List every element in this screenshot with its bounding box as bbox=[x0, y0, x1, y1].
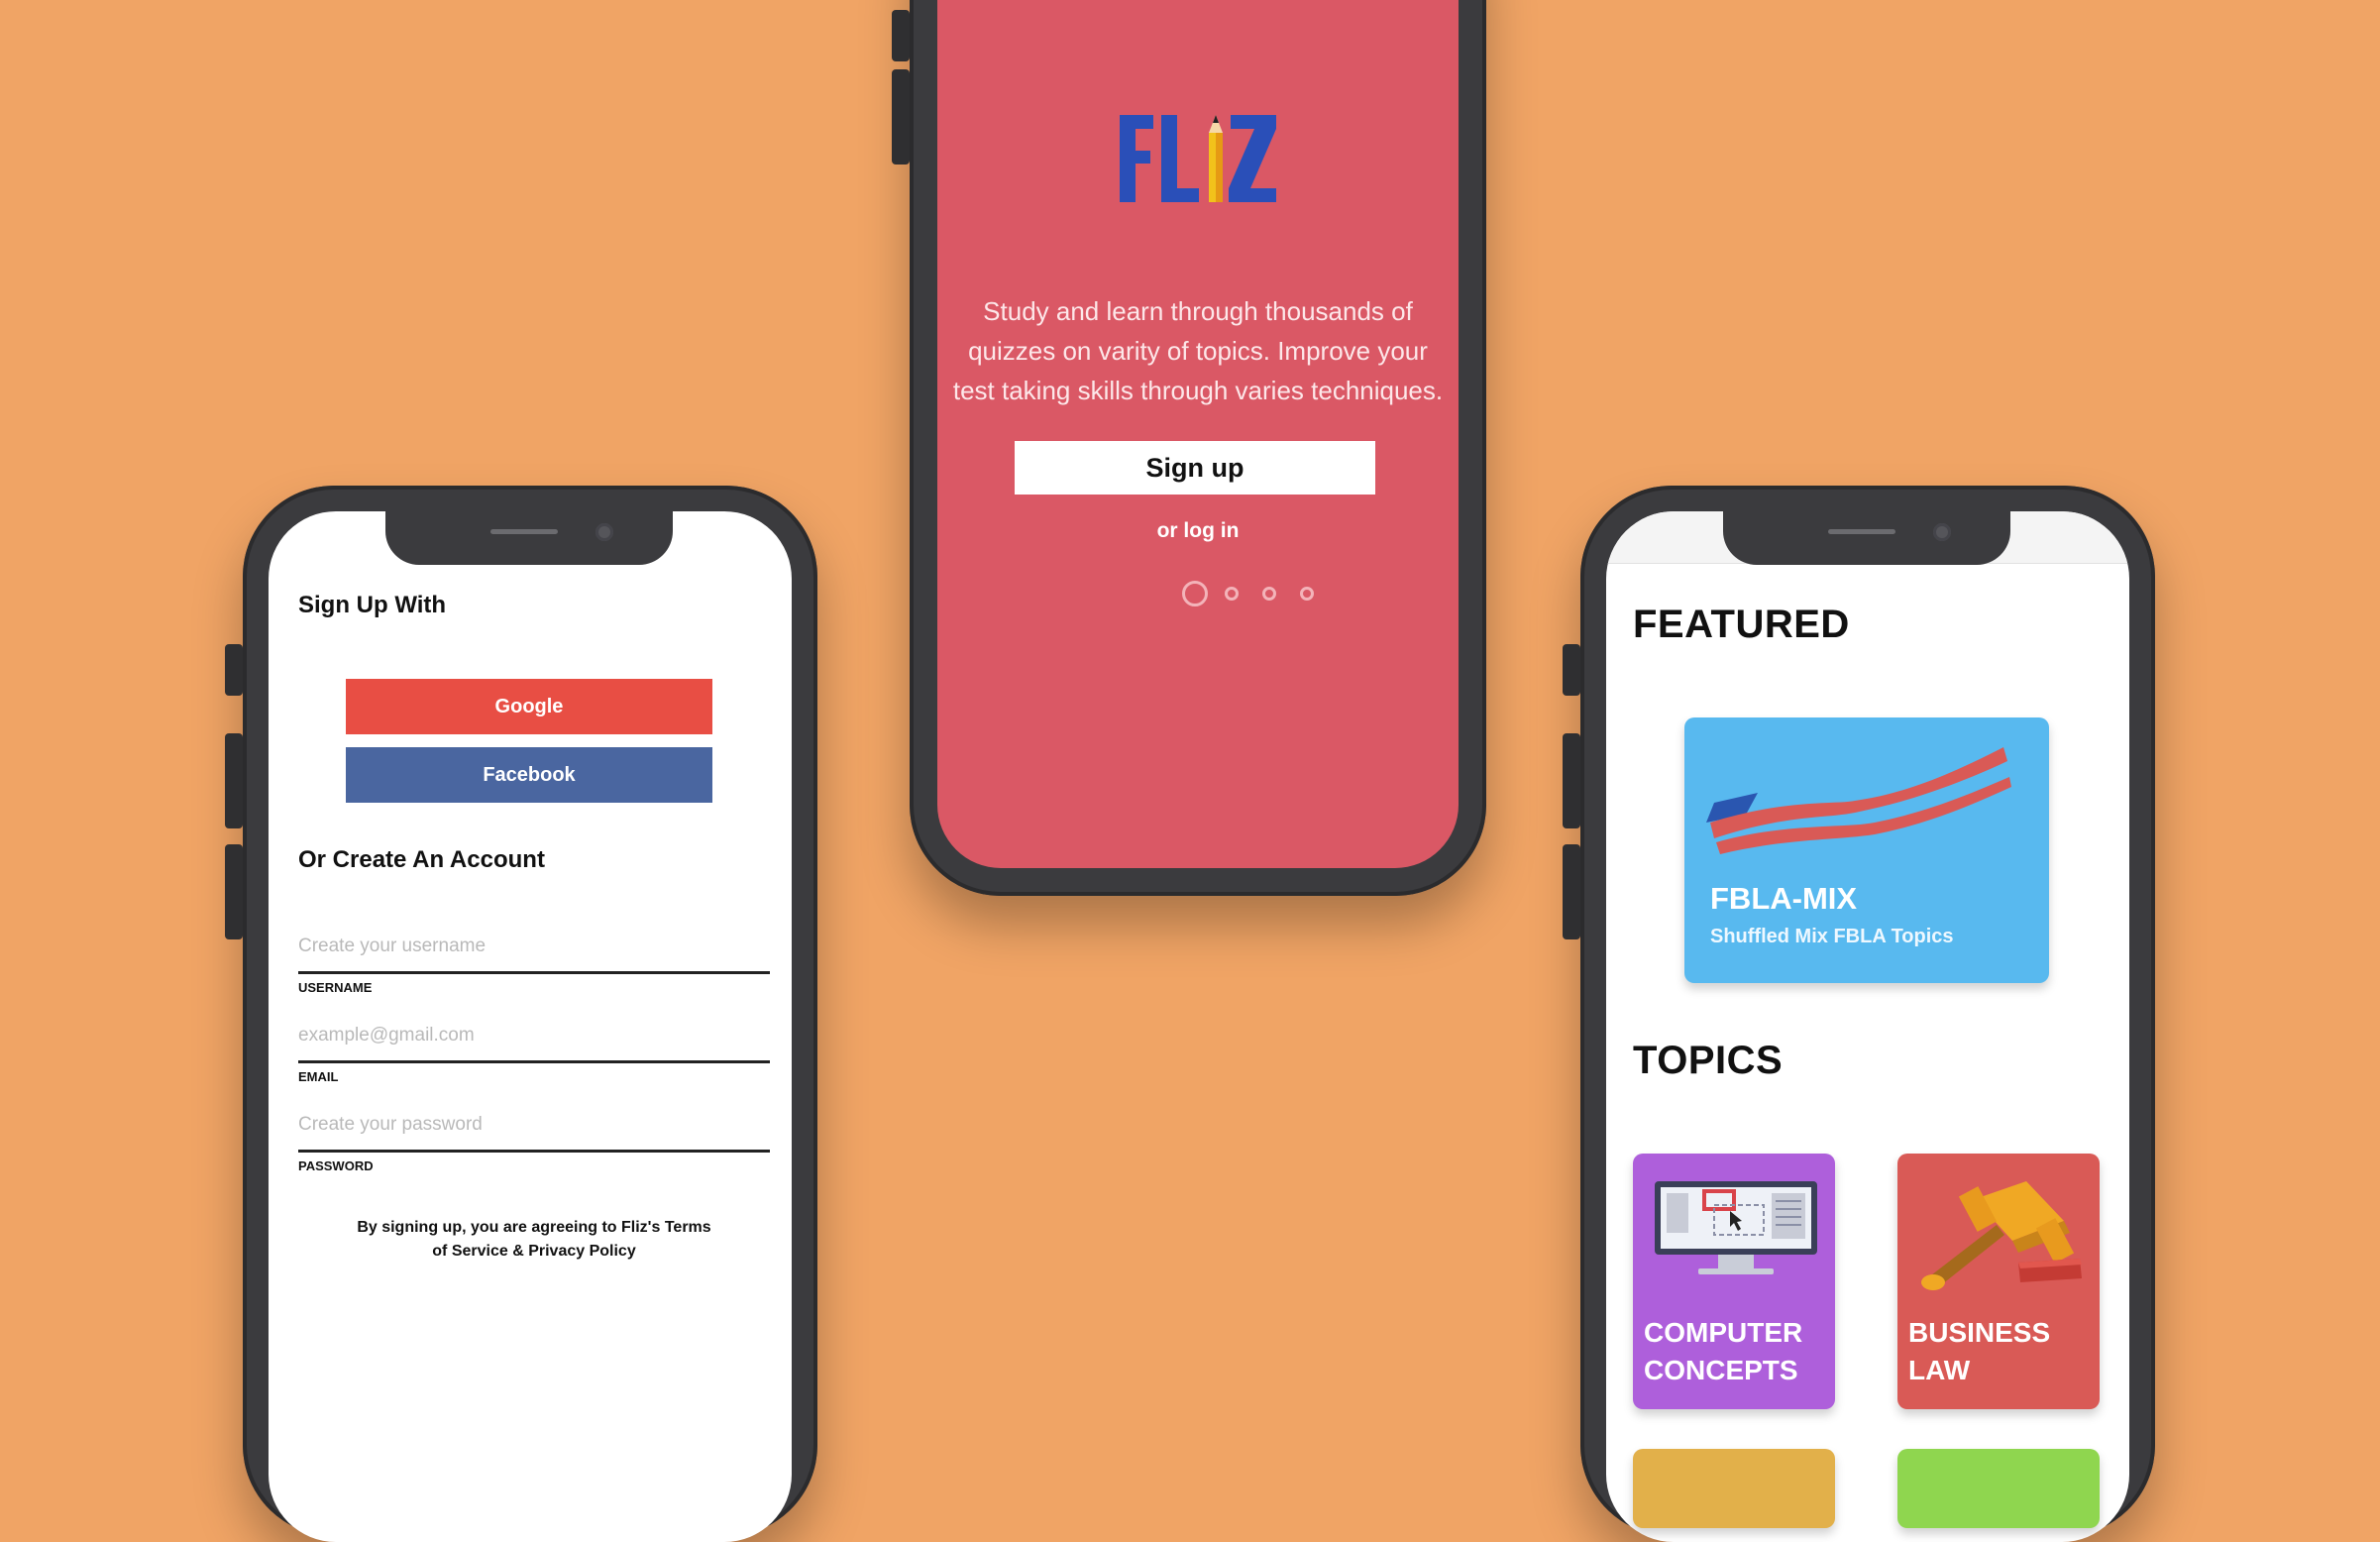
page-dot[interactable] bbox=[1225, 587, 1239, 601]
welcome-phone: Study and learn through thousands of qui… bbox=[892, 0, 1486, 896]
topic-card-computer-concepts[interactable]: COMPUTER CONCEPTS bbox=[1633, 1154, 1835, 1409]
topic-card-business-law[interactable]: BUSINESS LAW bbox=[1897, 1154, 2100, 1409]
featured-card-fbla-mix[interactable]: FBLA-MIX Shuffled Mix FBLA Topics bbox=[1684, 717, 2049, 983]
password-input[interactable]: Create your password bbox=[298, 1114, 483, 1136]
home-phone: FEATURED FBLA-MIX Shuffled Mix FBLA Topi… bbox=[1563, 486, 2155, 1542]
tagline: Study and learn through thousands of qui… bbox=[937, 291, 1459, 410]
topics-heading: TOPICS bbox=[1633, 1039, 1784, 1082]
topic-card-title: BUSINESS LAW bbox=[1908, 1314, 2050, 1389]
password-label: PASSWORD bbox=[298, 1158, 374, 1173]
email-underline bbox=[298, 1060, 770, 1063]
topic-card-partial[interactable] bbox=[1633, 1449, 1835, 1528]
front-camera bbox=[1933, 523, 1951, 541]
home-screen: FEATURED FBLA-MIX Shuffled Mix FBLA Topi… bbox=[1606, 511, 2129, 1542]
google-signup-button[interactable]: Google bbox=[346, 679, 712, 734]
topic-title-line-1: COMPUTER bbox=[1644, 1317, 1803, 1348]
facebook-signup-button[interactable]: Facebook bbox=[346, 747, 712, 803]
terms-notice: By signing up, you are agreeing to Fliz'… bbox=[298, 1216, 770, 1264]
notch bbox=[385, 511, 673, 565]
topic-title-line-2: CONCEPTS bbox=[1644, 1355, 1798, 1385]
volume-button bbox=[892, 69, 910, 165]
username-label: USERNAME bbox=[298, 980, 373, 995]
mute-switch bbox=[1563, 644, 1580, 696]
signup-screen: Sign Up With Google Facebook Or Create A… bbox=[269, 511, 792, 1542]
gavel-icon bbox=[1921, 1181, 2082, 1290]
create-account-heading: Or Create An Account bbox=[298, 846, 545, 873]
topic-title-line-2: LAW bbox=[1908, 1355, 1971, 1385]
featured-heading: FEATURED bbox=[1633, 603, 1850, 646]
page-dot-active[interactable] bbox=[1182, 581, 1208, 606]
mute-switch bbox=[225, 644, 243, 696]
notch bbox=[1723, 511, 2010, 565]
featured-card-title: FBLA-MIX bbox=[1710, 881, 1858, 916]
flag-icon bbox=[1706, 747, 2011, 854]
volume-up-button bbox=[225, 733, 243, 828]
computer-icon bbox=[1655, 1181, 1817, 1274]
volume-down-button bbox=[1563, 844, 1580, 939]
terms-line-2[interactable]: of Service & Privacy Policy bbox=[298, 1240, 770, 1264]
volume-down-button bbox=[225, 844, 243, 939]
front-camera bbox=[595, 523, 613, 541]
tagline-line-1: Study and learn through thousands of bbox=[983, 296, 1413, 326]
signup-button[interactable]: Sign up bbox=[1015, 441, 1375, 495]
welcome-screen: Study and learn through thousands of qui… bbox=[937, 0, 1459, 868]
topic-card-title: COMPUTER CONCEPTS bbox=[1644, 1314, 1802, 1389]
topic-title-line-1: BUSINESS bbox=[1908, 1317, 2051, 1348]
tagline-line-3: test taking skills through varies techni… bbox=[952, 376, 1444, 405]
page-dot[interactable] bbox=[1300, 587, 1314, 601]
terms-line-1: By signing up, you are agreeing to Fliz'… bbox=[357, 1219, 711, 1236]
username-underline bbox=[298, 971, 770, 974]
signup-phone: Sign Up With Google Facebook Or Create A… bbox=[225, 486, 817, 1542]
email-input[interactable]: example@gmail.com bbox=[298, 1025, 475, 1046]
topic-card-partial[interactable] bbox=[1897, 1449, 2100, 1528]
signup-heading: Sign Up With bbox=[298, 592, 447, 618]
email-label: EMAIL bbox=[298, 1069, 339, 1084]
speaker bbox=[1828, 529, 1895, 534]
page-dot[interactable] bbox=[1262, 587, 1276, 601]
login-link[interactable]: or log in bbox=[937, 519, 1459, 543]
speaker bbox=[490, 529, 558, 534]
username-input[interactable]: Create your username bbox=[298, 936, 486, 957]
password-underline bbox=[298, 1150, 770, 1153]
mute-switch bbox=[892, 10, 910, 61]
volume-up-button bbox=[1563, 733, 1580, 828]
featured-card-subtitle: Shuffled Mix FBLA Topics bbox=[1710, 926, 1954, 947]
fliz-logo bbox=[1120, 115, 1276, 202]
tagline-line-2: quizzes on varity of topics. Improve you… bbox=[968, 336, 1428, 366]
